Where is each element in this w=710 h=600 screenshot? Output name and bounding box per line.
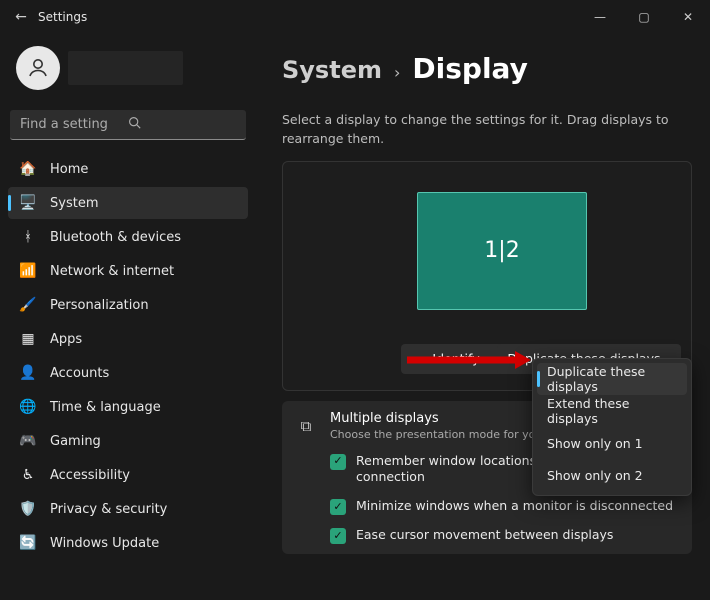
windows-update-icon: 🔄	[20, 535, 36, 551]
checkbox-checked-icon[interactable]: ✓	[330, 499, 346, 515]
sidebar-item-gaming[interactable]: 🎮 Gaming	[8, 425, 248, 457]
user-icon	[26, 56, 50, 80]
display-mode-option[interactable]: Show only on 1	[537, 427, 687, 459]
chevron-right-icon: ›	[394, 63, 400, 82]
sidebar-item-label: Time & language	[50, 400, 161, 415]
breadcrumb: System › Display	[282, 52, 692, 85]
page-title: Display	[412, 52, 527, 85]
sidebar-item-system[interactable]: 🖥️ System	[8, 187, 248, 219]
sidebar-item-personalization[interactable]: 🖌️ Personalization	[8, 289, 248, 321]
sidebar-item-label: Privacy & security	[50, 502, 167, 517]
search-input[interactable]: Find a setting	[10, 110, 246, 140]
privacy-security-icon: 🛡️	[20, 501, 36, 517]
avatar	[16, 46, 60, 90]
home-icon: 🏠	[20, 161, 36, 177]
display-mode-menu[interactable]: Duplicate these displaysExtend these dis…	[532, 358, 692, 496]
sidebar-item-apps[interactable]: ▦ Apps	[8, 323, 248, 355]
sidebar-item-label: Personalization	[50, 298, 149, 313]
search-placeholder: Find a setting	[20, 117, 128, 132]
sidebar: Find a setting 🏠 Home 🖥️ System ᚼ Bluetooth &…	[0, 34, 256, 600]
back-button[interactable]: ←	[10, 9, 32, 25]
gaming-icon: 🎮	[20, 433, 36, 449]
sidebar-item-label: Network & internet	[50, 264, 174, 279]
sidebar-item-network-internet[interactable]: 📶 Network & internet	[8, 255, 248, 287]
minimize-button[interactable]: —	[578, 0, 622, 34]
personalization-icon: 🖌️	[20, 297, 36, 313]
check-label: Ease cursor movement between displays	[356, 527, 613, 544]
sidebar-item-label: Windows Update	[50, 536, 159, 551]
bluetooth-devices-icon: ᚼ	[20, 229, 36, 245]
sidebar-item-label: Apps	[50, 332, 82, 347]
window-chrome: ← Settings — ▢ ✕	[0, 0, 710, 34]
sidebar-item-privacy-security[interactable]: 🛡️ Privacy & security	[8, 493, 248, 525]
account-name-redacted	[68, 51, 183, 85]
minimize-disconnect-row[interactable]: ✓ Minimize windows when a monitor is dis…	[296, 498, 678, 515]
network-internet-icon: 📶	[20, 263, 36, 279]
display-mode-option[interactable]: Show only on 2	[537, 459, 687, 491]
display-tile[interactable]: 1|2	[417, 192, 587, 310]
check-label: Minimize windows when a monitor is disco…	[356, 498, 673, 515]
accessibility-icon: ♿	[20, 467, 36, 483]
sidebar-item-home[interactable]: 🏠 Home	[8, 153, 248, 185]
page-description: Select a display to change the settings …	[282, 111, 692, 149]
sidebar-item-bluetooth-devices[interactable]: ᚼ Bluetooth & devices	[8, 221, 248, 253]
main-pane: System › Display Select a display to cha…	[256, 34, 710, 600]
checkbox-checked-icon[interactable]: ✓	[330, 454, 346, 470]
sidebar-item-time-language[interactable]: 🌐 Time & language	[8, 391, 248, 423]
display-arranger[interactable]: 1|2 Identify Duplicate these displays ⌄	[282, 161, 692, 391]
display-mode-option[interactable]: Extend these displays	[537, 395, 687, 427]
account-header[interactable]	[6, 40, 250, 96]
sidebar-item-label: Gaming	[50, 434, 101, 449]
breadcrumb-parent[interactable]: System	[282, 56, 382, 84]
apps-icon: ▦	[20, 331, 36, 347]
sidebar-item-accessibility[interactable]: ♿ Accessibility	[8, 459, 248, 491]
sidebar-item-label: Home	[50, 162, 88, 177]
window-title: Settings	[32, 10, 87, 24]
sidebar-item-label: Accessibility	[50, 468, 130, 483]
system-icon: 🖥️	[20, 195, 36, 211]
sidebar-item-label: System	[50, 196, 98, 211]
sidebar-item-label: Accounts	[50, 366, 109, 381]
identify-button[interactable]: Identify	[401, 344, 511, 374]
close-button[interactable]: ✕	[666, 0, 710, 34]
accounts-icon: 👤	[20, 365, 36, 381]
time-language-icon: 🌐	[20, 399, 36, 415]
search-icon	[128, 116, 236, 133]
checkbox-checked-icon[interactable]: ✓	[330, 528, 346, 544]
maximize-button[interactable]: ▢	[622, 0, 666, 34]
nav: 🏠 Home 🖥️ System ᚼ Bluetooth & devices 📶 Networ…	[6, 152, 250, 560]
sidebar-item-label: Bluetooth & devices	[50, 230, 181, 245]
sidebar-item-windows-update[interactable]: 🔄 Windows Update	[8, 527, 248, 559]
ease-cursor-row[interactable]: ✓ Ease cursor movement between displays	[296, 527, 678, 544]
sidebar-item-accounts[interactable]: 👤 Accounts	[8, 357, 248, 389]
displays-icon: ⧉	[296, 417, 316, 435]
display-mode-option[interactable]: Duplicate these displays	[537, 363, 687, 395]
